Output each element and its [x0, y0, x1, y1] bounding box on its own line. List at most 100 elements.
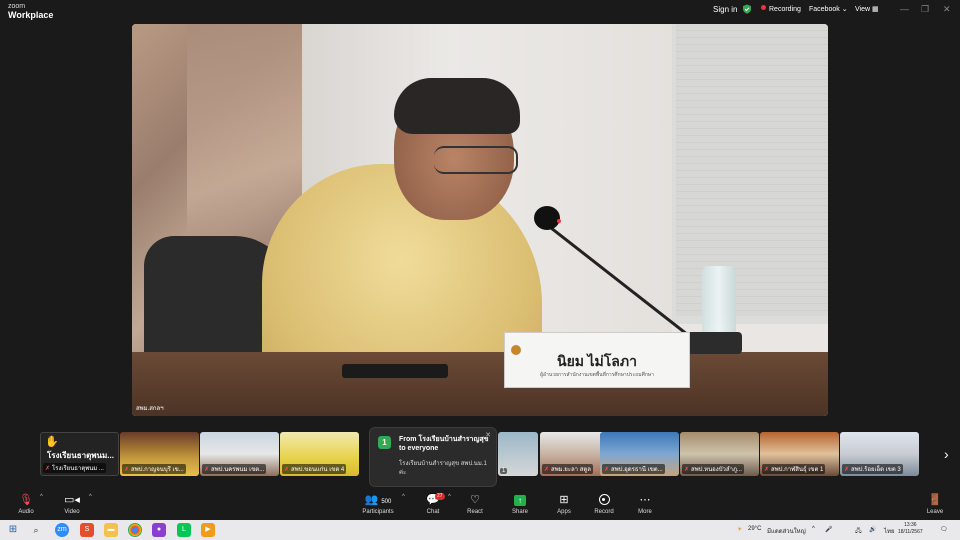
recording-indicator[interactable]: Recording — [761, 5, 801, 13]
file-explorer-icon[interactable]: ▬ — [104, 523, 118, 537]
participants-options-caret-icon[interactable]: ^ — [402, 494, 405, 500]
media-app-icon[interactable]: ▶ — [201, 523, 215, 537]
app-icon[interactable]: ● — [152, 523, 166, 537]
leave-door-icon: 🚪 — [928, 494, 942, 506]
leave-button[interactable]: 🚪 Leave — [915, 494, 955, 515]
speaker-hair — [394, 78, 520, 134]
chat-label: Chat — [426, 509, 440, 515]
show-hidden-icons-icon[interactable]: ^ — [812, 526, 815, 532]
participant-tile[interactable]: 1 — [498, 432, 538, 476]
weather-temp[interactable]: 29°C — [748, 526, 761, 532]
search-icon[interactable]: ⌕ — [29, 523, 43, 537]
participant-tile[interactable]: ✗ สพป.อุดรธานี เขต... — [600, 432, 679, 476]
video-button[interactable]: ▭◂ Video — [52, 494, 92, 515]
phone-on-table — [342, 364, 448, 378]
participant-label: ✗ สพป.อุดรธานี เขต... — [602, 464, 665, 474]
apps-button[interactable]: ⊞ Apps — [544, 494, 584, 515]
line-app-icon[interactable]: L — [177, 523, 191, 537]
windows-start-icon[interactable]: ⊞ — [6, 523, 20, 537]
participants-icon: 👥 500 — [364, 494, 392, 506]
view-menu[interactable]: View ▦ — [855, 5, 879, 13]
network-icon[interactable]: 🖧 — [855, 526, 862, 536]
weather-icon[interactable]: ☀ — [737, 526, 742, 533]
participant-tile[interactable]: ✗ สพป.ขอนแก่น เขต 4 — [280, 432, 359, 476]
microphone-led — [557, 219, 561, 223]
participant-tile[interactable]: ✗ สพป.หนองบัวลำภู... — [680, 432, 759, 476]
muted-mic-icon: ✗ — [284, 467, 290, 473]
speaker-glasses — [434, 146, 518, 174]
close-icon[interactable]: ✕ — [485, 431, 491, 439]
chat-notification-title: From โรงเรียนบ้านสำราญสุข to everyone — [399, 436, 489, 452]
participant-tile[interactable]: ✗ สพป.กาญจนบุรี เข... — [120, 432, 199, 476]
participant-tile[interactable]: ✗ สพป.ร้อยเอ็ด เขต 3 — [840, 432, 919, 476]
sign-in-link[interactable]: Sign in — [713, 5, 737, 14]
react-label: React — [467, 509, 483, 515]
participant-label-text: สพป.กาฬสินธุ์ เขต 1 — [771, 467, 824, 473]
chat-notification-count: 1 — [378, 436, 391, 449]
office-app-icon[interactable]: S — [80, 523, 94, 537]
participant-label-text: 1 — [502, 468, 506, 474]
grid-icon: ▦ — [872, 6, 879, 13]
clock-time: 13:36 — [904, 522, 917, 528]
facebook-live-menu[interactable]: Facebook ⌄ — [809, 5, 848, 13]
more-label: More — [638, 509, 652, 515]
apps-label: Apps — [557, 509, 571, 515]
minimize-icon[interactable]: — — [900, 4, 909, 14]
participant-label: 1 — [500, 468, 508, 474]
next-page-arrow-icon[interactable]: › — [944, 446, 949, 462]
apps-icon: ⊞ — [559, 494, 569, 506]
windows-taskbar: ⊞ ⌕ zm S ▬ ● L ▶ ☀ 29°C มีแดดส่วนใหญ่ ^ … — [0, 520, 960, 540]
microphone-head — [534, 206, 560, 230]
share-button[interactable]: ↑ Share — [500, 494, 540, 515]
participant-label-text: สพป.ขอนแก่น เขต 4 — [291, 467, 345, 473]
participant-label-text: สพป.ร้อยเอ็ด เขต 3 — [851, 467, 901, 473]
participant-label-text: สพป.นครพนม เขต... — [211, 467, 265, 473]
close-window-icon[interactable]: ✕ — [943, 4, 951, 15]
video-options-caret-icon[interactable]: ^ — [89, 494, 92, 500]
weather-description[interactable]: มีแดดส่วนใหญ่ — [767, 526, 806, 536]
react-button[interactable]: ♡ React — [455, 494, 495, 515]
zoom-logo: zoom Workplace — [8, 3, 53, 20]
notification-icon[interactable]: 🗨 — [940, 526, 948, 533]
volume-icon[interactable]: 🔊 — [869, 526, 876, 533]
chat-bubble-icon: 💬 — [426, 494, 440, 506]
active-speaker-video[interactable]: นิยม ไม่โลภา ผู้อำนวยการสำนักงานเขตพื้นท… — [132, 24, 828, 416]
zoom-app-icon[interactable]: zm — [55, 523, 69, 537]
chat-notification[interactable]: 1 From โรงเรียนบ้านสำราญสุข to everyone … — [369, 427, 497, 487]
water-bottle — [702, 266, 736, 336]
more-dots-icon: ⋯ — [639, 494, 651, 506]
participant-label-text: สพป.อุดรธานี เขต... — [611, 467, 663, 473]
chat-button[interactable]: 💬 Chat — [413, 494, 453, 515]
participant-label-text: สพป.หนองบัวลำภู... — [691, 467, 742, 473]
participant-tile[interactable]: ✗ สพป.นครพนม เขต... — [200, 432, 279, 476]
taskbar-clock[interactable]: 13:36 18/11/2567 — [898, 522, 923, 536]
muted-mic-icon: ✗ — [764, 467, 770, 473]
chat-options-caret-icon[interactable]: ^ — [448, 494, 451, 500]
microphone-icon[interactable]: 🎤 — [825, 526, 832, 533]
muted-mic-icon: ✗ — [124, 467, 130, 473]
record-icon — [598, 494, 610, 505]
participant-label-text: สพม.ยะลา สตูล — [551, 467, 591, 473]
record-button[interactable]: Record — [584, 494, 624, 515]
participant-label: ✗ สพป.กาฬสินธุ์ เขต 1 — [762, 464, 826, 474]
chrome-icon[interactable] — [128, 523, 142, 537]
title-bar: zoom Workplace Sign in Recording Faceboo… — [0, 0, 960, 22]
muted-mic-icon: ✗ — [844, 467, 850, 473]
participant-label-text: โรงเรียนธาตุพนม ... — [52, 466, 104, 472]
participants-label: Participants — [362, 509, 394, 515]
video-watermark: สพม.สกลฯ — [136, 406, 164, 412]
audio-options-caret-icon[interactable]: ^ — [40, 494, 43, 500]
maximize-icon[interactable]: ❐ — [921, 4, 929, 15]
muted-mic-icon: ✗ — [684, 467, 690, 473]
clock-date: 18/11/2567 — [898, 529, 923, 535]
muted-mic-icon: ✗ — [544, 467, 550, 473]
participants-button[interactable]: 👥 500 Participants — [358, 494, 398, 515]
language-indicator[interactable]: ไทย — [884, 526, 895, 536]
participant-tile[interactable]: ✗ สพป.กาฬสินธุ์ เขต 1 — [760, 432, 839, 476]
more-button[interactable]: ⋯ More — [625, 494, 665, 515]
security-shield-icon[interactable] — [742, 4, 752, 14]
share-screen-icon: ↑ — [514, 495, 526, 506]
window-blind — [676, 24, 828, 316]
leave-label: Leave — [926, 509, 944, 515]
participant-tile-raised-hand[interactable]: ✋ โรงเรียนธาตุพนม... ✗ โรงเรียนธาตุพนม ..… — [40, 432, 119, 476]
